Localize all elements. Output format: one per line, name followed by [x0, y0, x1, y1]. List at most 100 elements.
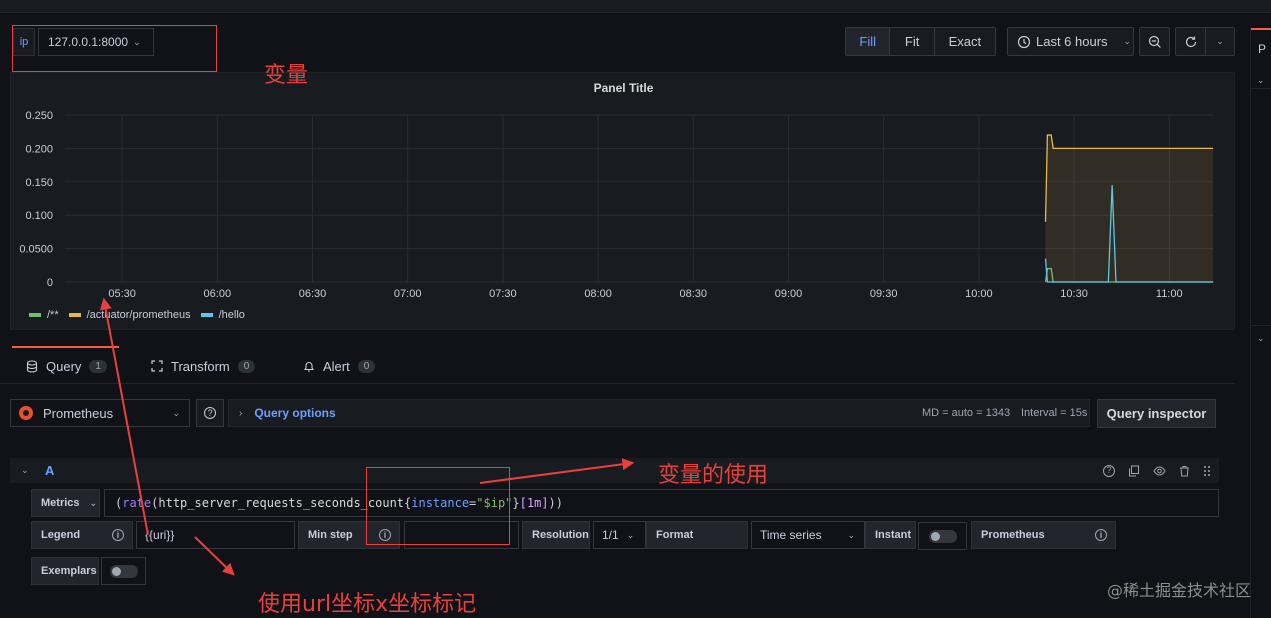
promql-token: }	[512, 496, 520, 510]
refresh-button-group: ⌄	[1175, 27, 1235, 56]
datasource-picker[interactable]: Prometheus ⌄	[10, 399, 190, 427]
graph-panel: Panel Title 0.250 0.200 0.150 0.100 0.0500 0 0…	[10, 72, 1235, 330]
x-tick-label: 09:00	[775, 288, 803, 300]
metrics-browser-button[interactable]: Metrics ⌄	[31, 489, 100, 517]
annotation-text-usage: 变量的使用	[658, 463, 769, 488]
resolution-select[interactable]: 1/1 ⌄	[593, 521, 646, 549]
right-options-pane: P ⌄ ⌄	[1250, 28, 1271, 618]
datasource-help-button[interactable]: ?	[196, 399, 224, 427]
query-options-title: Query options	[254, 406, 336, 420]
tab-count-badge: 0	[357, 359, 376, 373]
chevron-down-icon: ⌄	[172, 407, 180, 418]
transform-icon	[151, 360, 163, 372]
trash-icon[interactable]	[1179, 465, 1190, 477]
legend-item[interactable]: /**	[29, 309, 59, 321]
chevron-right-icon: ›	[239, 407, 243, 419]
x-tick-label: 08:30	[680, 288, 708, 300]
y-tick-label: 0	[47, 277, 53, 289]
exemplars-toggle[interactable]	[101, 557, 146, 585]
fit-mode-fit-button[interactable]: Fit	[890, 28, 935, 55]
tab-query[interactable]: Query 1	[26, 352, 107, 380]
legend-item[interactable]: /hello	[200, 309, 245, 321]
min-step-label-text: Min step	[308, 529, 353, 541]
query-ref-id[interactable]: A	[45, 463, 54, 478]
annotation-text-legend: 使用url坐标x坐标标记	[258, 592, 477, 617]
refresh-icon	[1185, 36, 1196, 47]
tabs-divider	[0, 383, 1235, 384]
refresh-interval-chevron-icon[interactable]: ⌄	[1206, 28, 1234, 55]
toggle-switch	[928, 529, 957, 543]
y-tick-label: 0.250	[25, 110, 53, 122]
chevron-down-icon: ⌄	[1123, 36, 1132, 46]
promql-editor[interactable]: (rate(http_server_requests_seconds_count…	[104, 489, 1219, 517]
metrics-label: Metrics	[41, 497, 80, 509]
tab-label: Transform	[171, 358, 230, 374]
format-select[interactable]: Time series ⌄	[751, 521, 865, 549]
x-tick-label: 05:30	[108, 288, 136, 300]
fit-mode-fill-button[interactable]: Fill	[846, 28, 891, 55]
zoom-out-button[interactable]	[1139, 27, 1170, 56]
series-area	[1045, 135, 1214, 282]
legend-label-text: Legend	[41, 529, 81, 541]
drag-handle-icon[interactable]	[1203, 465, 1211, 477]
promql-token: rate	[122, 496, 152, 510]
legend-series-name: /hello	[218, 309, 245, 321]
options-pane-divider	[1251, 88, 1271, 89]
x-tick-label: 10:30	[1060, 288, 1088, 300]
legend-input[interactable]: {{uri}}	[136, 521, 295, 549]
instant-toggle[interactable]	[918, 522, 967, 550]
refresh-button[interactable]	[1176, 28, 1206, 55]
time-range-label: Last 6 hours	[1036, 34, 1108, 49]
promql-token: (	[115, 496, 123, 510]
options-pane-chevron-icon[interactable]: ⌄	[1257, 333, 1265, 344]
legend-item[interactable]: /actuator/prometheus	[68, 309, 191, 321]
tab-transform[interactable]: Transform 0	[151, 352, 256, 380]
top-bar	[0, 0, 1271, 13]
x-tick-label: 06:00	[204, 288, 232, 300]
datasource-type-label: Prometheus i	[971, 521, 1116, 549]
fit-mode-exact-button[interactable]: Exact	[934, 28, 995, 55]
help-icon[interactable]: ?	[1103, 464, 1115, 477]
promql-token: [1m]	[519, 496, 549, 510]
tab-label: Alert	[323, 358, 350, 374]
x-tick-label: 06:30	[299, 288, 327, 300]
y-tick-label: 0.100	[25, 210, 53, 222]
collapse-chevron-icon[interactable]: ⌄	[21, 465, 29, 476]
x-tick-label: 08:00	[584, 288, 612, 300]
zoom-out-icon	[1148, 35, 1161, 48]
legend-series-name: /actuator/prometheus	[86, 309, 191, 321]
time-range-picker[interactable]: Last 6 hours ⌄	[1007, 27, 1134, 56]
query-options-bar[interactable]: › Query options MD = auto = 1343 Interva…	[228, 399, 1090, 427]
datasource-type-text: Prometheus	[981, 529, 1045, 541]
eye-icon[interactable]	[1153, 465, 1166, 477]
graph-legend: /** /actuator/prometheus /hello	[29, 309, 245, 321]
legend-swatch	[29, 313, 41, 318]
format-field-label: Format	[646, 521, 748, 549]
legend-swatch	[68, 313, 81, 318]
chevron-down-icon: ⌄	[847, 529, 855, 540]
clock-icon	[1017, 35, 1031, 48]
options-pane-letter: P	[1258, 42, 1267, 56]
query-options-interval: Interval = 15s	[1021, 407, 1088, 419]
watermark: @稀土掘金技术社区	[1106, 581, 1251, 600]
tab-alert[interactable]: Alert 0	[303, 352, 376, 380]
query-options-md: MD = auto = 1343	[922, 407, 1011, 419]
chevron-down-icon: ⌄	[89, 497, 98, 508]
info-icon[interactable]: i	[1095, 529, 1107, 541]
question-circle-icon: ?	[204, 407, 216, 419]
tab-count-badge: 1	[89, 359, 107, 373]
options-pane-tab-indicator	[1251, 28, 1271, 30]
query-row-header: ⌄ A ?	[10, 458, 1219, 483]
toggle-switch	[109, 564, 138, 578]
query-inspector-button[interactable]: Query inspector	[1097, 399, 1216, 428]
prometheus-logo-icon	[19, 406, 33, 420]
info-icon[interactable]: i	[112, 529, 124, 541]
promql-token: (	[151, 496, 159, 510]
active-tab-indicator	[12, 346, 119, 348]
x-tick-label: 07:30	[489, 288, 517, 300]
options-pane-chevron-icon[interactable]: ⌄	[1257, 75, 1265, 86]
graph-chart[interactable]: 0.250 0.200 0.150 0.100 0.0500 0 05:30 06:00 06:…	[11, 73, 1236, 303]
options-pane-divider	[1251, 325, 1271, 326]
tab-label: Query	[46, 358, 82, 374]
duplicate-icon[interactable]	[1128, 465, 1140, 477]
